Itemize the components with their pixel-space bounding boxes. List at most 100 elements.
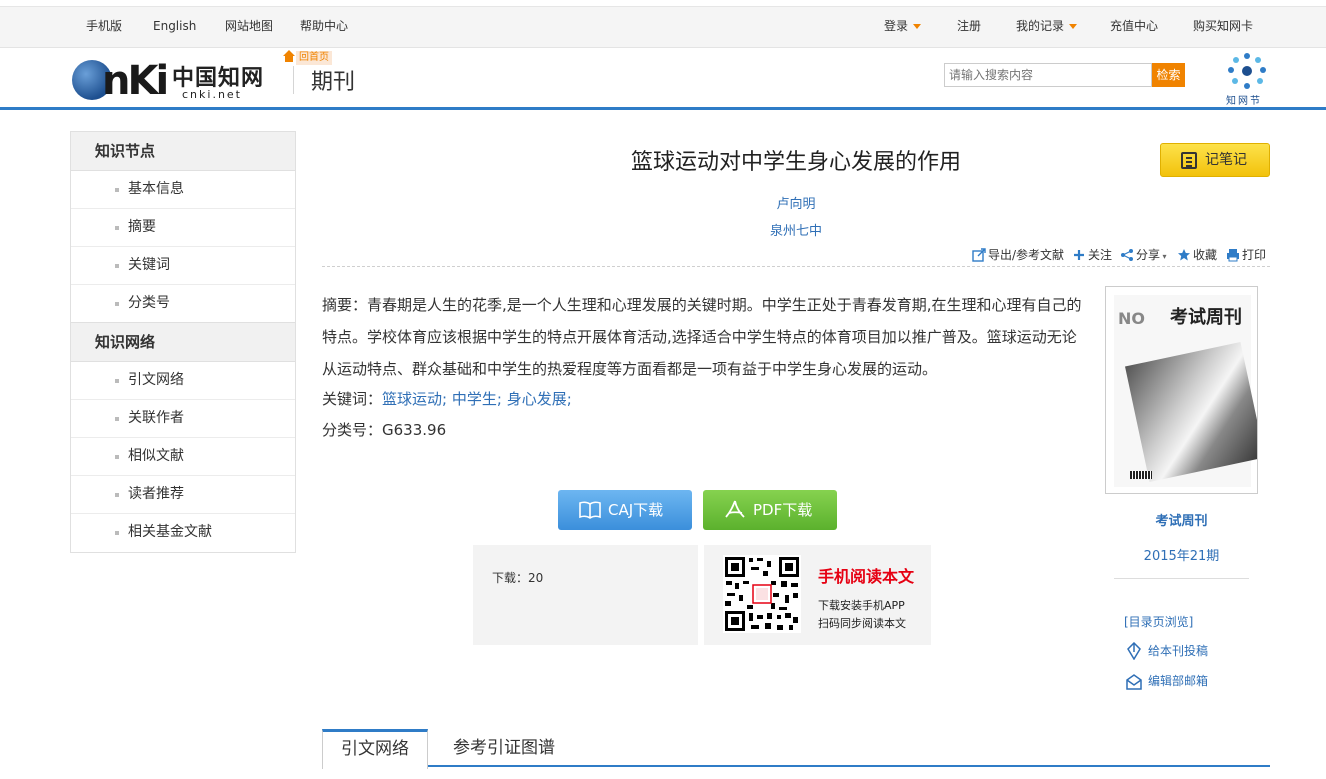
pdf-download-label: PDF下载 [753,501,813,519]
journal-issue-link[interactable]: 2015年21期 [1105,545,1258,564]
logo-url: cnki.net [182,88,242,101]
sidebar-item-label: 关联作者 [128,410,184,426]
editorial-email-link[interactable]: 编辑部邮箱 [1126,671,1208,691]
author-link[interactable]: 卢向明 [322,193,1270,212]
logo-wordmark: nKi [102,58,169,104]
submit-manuscript-label: 给本刊投稿 [1148,644,1209,658]
article-title: 篮球运动对中学生身心发展的作用 [630,150,961,175]
export-reference-button[interactable]: 导出/参考文献 [972,246,1064,264]
submit-manuscript-link[interactable]: 给本刊投稿 [1126,641,1208,661]
sidebar-item-similar-docs[interactable]: 相似文献 [71,438,295,476]
take-note-button[interactable]: 记笔记 [1160,143,1270,177]
sidebar-item-fund-docs[interactable]: 相关基金文献 [71,514,295,552]
keywords-line: 关键词：篮球运动; 中学生; 身心发展; [322,383,572,415]
book-icon [579,501,601,519]
sidebar-item-label: 基本信息 [128,181,184,197]
star-icon [1178,249,1190,261]
share-icon [1121,249,1133,261]
buy-card-link[interactable]: 购买知网卡 [1193,7,1253,47]
sidebar-item-abstract[interactable]: 摘要 [71,209,295,247]
register-link[interactable]: 注册 [957,7,981,47]
sidebar-item-label: 相关基金文献 [128,524,212,540]
keyword-link[interactable]: 篮球运动; [382,390,447,408]
english-link[interactable]: English [153,7,196,47]
recharge-center-link[interactable]: 充值中心 [1110,7,1158,47]
my-records-link[interactable]: 我的记录 [1016,7,1078,47]
follow-label: 关注 [1088,248,1113,262]
qr-code-icon[interactable] [723,555,801,633]
plus-icon [1074,250,1084,260]
sidebar-item-reader-recommend[interactable]: 读者推荐 [71,476,295,514]
sidebar-item-basic-info[interactable]: 基本信息 [71,171,295,209]
sidebar-item-keywords[interactable]: 关键词 [71,247,295,285]
divider [1114,578,1249,579]
pdf-download-button[interactable]: PDF下载 [703,490,837,530]
chevron-down-icon [913,24,922,29]
pen-icon [1127,642,1141,660]
download-count-value: 20 [528,571,544,585]
keywords-label: 关键词： [322,390,383,408]
export-label: 导出/参考文献 [988,248,1065,262]
bullet-icon [115,379,119,383]
abstract-paragraph: 摘要：青春期是人生的花季,是一个人生理和心理发展的关键时期。中学生正处于青春发育… [322,289,1086,385]
zhiwangjie-label: 知网节 [1226,96,1262,107]
download-count-label: 下载： [492,571,529,585]
search-input[interactable] [944,63,1152,87]
sidebar-item-classification[interactable]: 分类号 [71,285,295,323]
mobile-version-link[interactable]: 手机版 [86,7,122,47]
bullet-icon [115,226,119,230]
pdf-icon [725,500,745,518]
notebook-icon [1181,152,1197,169]
editorial-email-label: 编辑部邮箱 [1148,674,1209,688]
abstract-label: 摘要： [322,296,368,314]
follow-button[interactable]: 关注 [1072,246,1112,264]
sidebar-item-citation-network[interactable]: 引文网络 [71,362,295,400]
sidebar-item-label: 读者推荐 [128,486,184,502]
favorite-label: 收藏 [1193,248,1218,262]
tab-reference-graph[interactable]: 参考引证图谱 [453,729,555,767]
organization-link[interactable]: 泉州七中 [322,220,1270,239]
back-home-link[interactable]: 回首页 [282,49,332,65]
home-icon [283,50,295,62]
mobile-read-box: 手机阅读本文 下载安装手机APP 扫码同步阅读本文 [704,545,931,645]
site-map-link[interactable]: 网站地图 [225,7,273,47]
sidebar-item-label: 摘要 [128,219,156,235]
waterfall-photo [1125,342,1257,482]
mobile-read-line1: 下载安装手机APP [818,599,905,612]
top-bar: 手机版 English 网站地图 帮助中心 登录 注册 我的记录 充值中心 购买… [0,6,1326,48]
caj-download-button[interactable]: CAJ下载 [558,490,692,530]
login-label: 登录 [884,19,909,33]
caj-download-label: CAJ下载 [608,501,664,519]
keyword-link[interactable]: 身心发展; [507,390,572,408]
take-note-label: 记笔记 [1205,152,1247,168]
help-center-link[interactable]: 帮助中心 [300,7,348,47]
search-button[interactable]: 检索 [1152,63,1185,87]
my-records-label: 我的记录 [1016,19,1065,33]
cnki-logo[interactable]: nKi 中国知网 cnki.net [72,56,282,104]
print-button[interactable]: 打印 [1226,246,1266,264]
favorite-button[interactable]: 收藏 [1177,246,1217,264]
bullet-icon [115,302,119,306]
journal-name-link[interactable]: 考试周刊 [1105,510,1258,529]
home-label: 回首页 [296,51,332,65]
share-button[interactable]: 分享 ▾ [1120,246,1167,264]
download-count: 下载：20 [492,569,543,586]
keyword-link[interactable]: 中学生; [452,390,502,408]
login-link[interactable]: 登录 [884,7,922,47]
bullet-icon [115,531,119,535]
sidebar-item-related-authors[interactable]: 关联作者 [71,400,295,438]
barcode-icon [1130,471,1152,479]
print-label: 打印 [1242,248,1267,262]
journal-cover[interactable]: NO 考试周刊 [1105,286,1258,494]
divider [322,266,1270,267]
classification-value: G633.96 [382,421,447,439]
cover-image: NO 考试周刊 [1114,295,1257,487]
printer-icon [1227,249,1239,262]
tab-citation-network[interactable]: 引文网络 [322,729,428,769]
sidebar-item-label: 相似文献 [128,448,184,464]
knowledge-sidebar: 知识节点 基本信息 摘要 关键词 分类号 知识网络 引文网络 关联作者 相似文献… [70,131,296,553]
classification-label: 分类号： [322,421,383,439]
toc-browse-link[interactable]: [目录页浏览] [1124,613,1193,630]
cover-brand: 考试周刊 [1170,307,1242,328]
sidebar-item-label: 关键词 [128,257,170,273]
